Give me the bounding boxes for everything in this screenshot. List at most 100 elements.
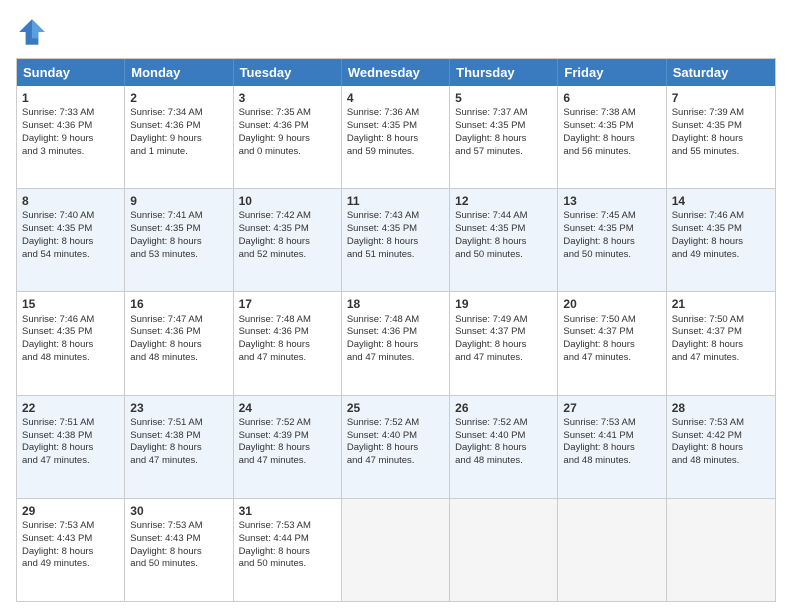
day-cell-11: 11Sunrise: 7:43 AMSunset: 4:35 PMDayligh… xyxy=(342,189,450,291)
cell-info-line: and 53 minutes. xyxy=(130,249,227,262)
calendar-body: 1Sunrise: 7:33 AMSunset: 4:36 PMDaylight… xyxy=(17,86,775,601)
day-number: 1 xyxy=(22,90,119,106)
day-number: 21 xyxy=(672,296,770,312)
day-number: 24 xyxy=(239,400,336,416)
cell-info-line: Sunset: 4:39 PM xyxy=(239,430,336,443)
cell-info-line: and 47 minutes. xyxy=(22,455,119,468)
cell-info-line: and 52 minutes. xyxy=(239,249,336,262)
day-number: 19 xyxy=(455,296,552,312)
day-number: 25 xyxy=(347,400,444,416)
calendar-row-3: 15Sunrise: 7:46 AMSunset: 4:35 PMDayligh… xyxy=(17,291,775,394)
cell-info-line: Sunset: 4:35 PM xyxy=(672,223,770,236)
cell-info-line: and 1 minute. xyxy=(130,146,227,159)
cell-info-line: Daylight: 8 hours xyxy=(563,339,660,352)
cell-info-line: Sunrise: 7:52 AM xyxy=(239,417,336,430)
cell-info-line: Sunset: 4:35 PM xyxy=(130,223,227,236)
cell-info-line: Sunrise: 7:45 AM xyxy=(563,210,660,223)
weekday-header-saturday: Saturday xyxy=(667,59,775,86)
cell-info-line: Sunrise: 7:43 AM xyxy=(347,210,444,223)
cell-info-line: Daylight: 8 hours xyxy=(563,236,660,249)
cell-info-line: Sunrise: 7:37 AM xyxy=(455,107,552,120)
day-cell-25: 25Sunrise: 7:52 AMSunset: 4:40 PMDayligh… xyxy=(342,396,450,498)
cell-info-line: and 48 minutes. xyxy=(22,352,119,365)
weekday-header-monday: Monday xyxy=(125,59,233,86)
calendar-row-1: 1Sunrise: 7:33 AMSunset: 4:36 PMDaylight… xyxy=(17,86,775,188)
calendar-row-5: 29Sunrise: 7:53 AMSunset: 4:43 PMDayligh… xyxy=(17,498,775,601)
cell-info-line: Sunrise: 7:38 AM xyxy=(563,107,660,120)
cell-info-line: Sunrise: 7:34 AM xyxy=(130,107,227,120)
day-cell-12: 12Sunrise: 7:44 AMSunset: 4:35 PMDayligh… xyxy=(450,189,558,291)
cell-info-line: Sunset: 4:35 PM xyxy=(455,223,552,236)
cell-info-line: Daylight: 9 hours xyxy=(130,133,227,146)
empty-cell-4-4 xyxy=(450,499,558,601)
cell-info-line: Daylight: 8 hours xyxy=(672,133,770,146)
cell-info-line: Sunset: 4:37 PM xyxy=(672,326,770,339)
cell-info-line: Sunrise: 7:49 AM xyxy=(455,314,552,327)
cell-info-line: Sunrise: 7:52 AM xyxy=(347,417,444,430)
weekday-header-tuesday: Tuesday xyxy=(234,59,342,86)
page: SundayMondayTuesdayWednesdayThursdayFrid… xyxy=(0,0,792,612)
cell-info-line: Sunrise: 7:52 AM xyxy=(455,417,552,430)
cell-info-line: and 3 minutes. xyxy=(22,146,119,159)
cell-info-line: Sunset: 4:40 PM xyxy=(455,430,552,443)
cell-info-line: and 57 minutes. xyxy=(455,146,552,159)
cell-info-line: and 50 minutes. xyxy=(239,558,336,571)
cell-info-line: Sunset: 4:36 PM xyxy=(130,326,227,339)
day-cell-15: 15Sunrise: 7:46 AMSunset: 4:35 PMDayligh… xyxy=(17,292,125,394)
day-cell-10: 10Sunrise: 7:42 AMSunset: 4:35 PMDayligh… xyxy=(234,189,342,291)
cell-info-line: Sunset: 4:44 PM xyxy=(239,533,336,546)
cell-info-line: Sunset: 4:36 PM xyxy=(239,120,336,133)
cell-info-line: Sunrise: 7:53 AM xyxy=(22,520,119,533)
cell-info-line: Sunset: 4:40 PM xyxy=(347,430,444,443)
cell-info-line: Sunrise: 7:50 AM xyxy=(672,314,770,327)
cell-info-line: and 59 minutes. xyxy=(347,146,444,159)
cell-info-line: Sunset: 4:43 PM xyxy=(22,533,119,546)
cell-info-line: Daylight: 8 hours xyxy=(22,442,119,455)
day-cell-21: 21 Sunrise: 7:50 AMSunset: 4:37 PMDayligh… xyxy=(667,292,775,394)
cell-info-line: Daylight: 9 hours xyxy=(239,133,336,146)
cell-info-line: Sunset: 4:37 PM xyxy=(455,326,552,339)
day-number: 20 xyxy=(563,296,660,312)
cell-info-line: Daylight: 8 hours xyxy=(563,442,660,455)
day-number: 6 xyxy=(563,90,660,106)
cell-info-line: Daylight: 8 hours xyxy=(672,442,770,455)
cell-info-line: Sunrise: 7:46 AM xyxy=(22,314,119,327)
cell-info-line: Daylight: 8 hours xyxy=(130,236,227,249)
cell-info-line: Sunset: 4:36 PM xyxy=(130,120,227,133)
day-cell-2: 2Sunrise: 7:34 AMSunset: 4:36 PMDaylight… xyxy=(125,86,233,188)
cell-info-line: Sunrise: 7:50 AM xyxy=(563,314,660,327)
cell-info-line: Sunset: 4:35 PM xyxy=(455,120,552,133)
day-number: 15 xyxy=(22,296,119,312)
day-number: 8 xyxy=(22,193,119,209)
cell-info-line: Daylight: 8 hours xyxy=(239,339,336,352)
day-cell-8: 8Sunrise: 7:40 AMSunset: 4:35 PMDaylight… xyxy=(17,189,125,291)
cell-info-line: Daylight: 8 hours xyxy=(672,339,770,352)
day-cell-14: 14Sunrise: 7:46 AMSunset: 4:35 PMDayligh… xyxy=(667,189,775,291)
cell-info-line: Daylight: 8 hours xyxy=(239,546,336,559)
cell-info-line: and 47 minutes. xyxy=(130,455,227,468)
logo xyxy=(16,16,52,48)
day-number: 9 xyxy=(130,193,227,209)
cell-info-line: Daylight: 8 hours xyxy=(455,236,552,249)
day-number: 14 xyxy=(672,193,770,209)
day-cell-16: 16Sunrise: 7:47 AMSunset: 4:36 PMDayligh… xyxy=(125,292,233,394)
day-number: 11 xyxy=(347,193,444,209)
cell-info-line: Daylight: 8 hours xyxy=(347,133,444,146)
cell-info-line: Daylight: 8 hours xyxy=(672,236,770,249)
cell-info-line: Sunset: 4:35 PM xyxy=(22,223,119,236)
cell-info-line: Daylight: 8 hours xyxy=(22,339,119,352)
cell-info-line: Sunrise: 7:40 AM xyxy=(22,210,119,223)
cell-info-line: and 48 minutes. xyxy=(455,455,552,468)
cell-info-line: Sunrise: 7:41 AM xyxy=(130,210,227,223)
cell-info-line: Daylight: 8 hours xyxy=(130,442,227,455)
cell-info-line: Sunrise: 7:53 AM xyxy=(239,520,336,533)
cell-info-line: Sunrise: 7:53 AM xyxy=(563,417,660,430)
day-number: 26 xyxy=(455,400,552,416)
cell-info-line: Sunrise: 7:44 AM xyxy=(455,210,552,223)
cell-info-line: and 47 minutes. xyxy=(347,455,444,468)
cell-info-line: and 51 minutes. xyxy=(347,249,444,262)
cell-info-line: Sunset: 4:42 PM xyxy=(672,430,770,443)
cell-info-line: Sunrise: 7:42 AM xyxy=(239,210,336,223)
cell-info-line: and 0 minutes. xyxy=(239,146,336,159)
cell-info-line: Sunset: 4:38 PM xyxy=(130,430,227,443)
